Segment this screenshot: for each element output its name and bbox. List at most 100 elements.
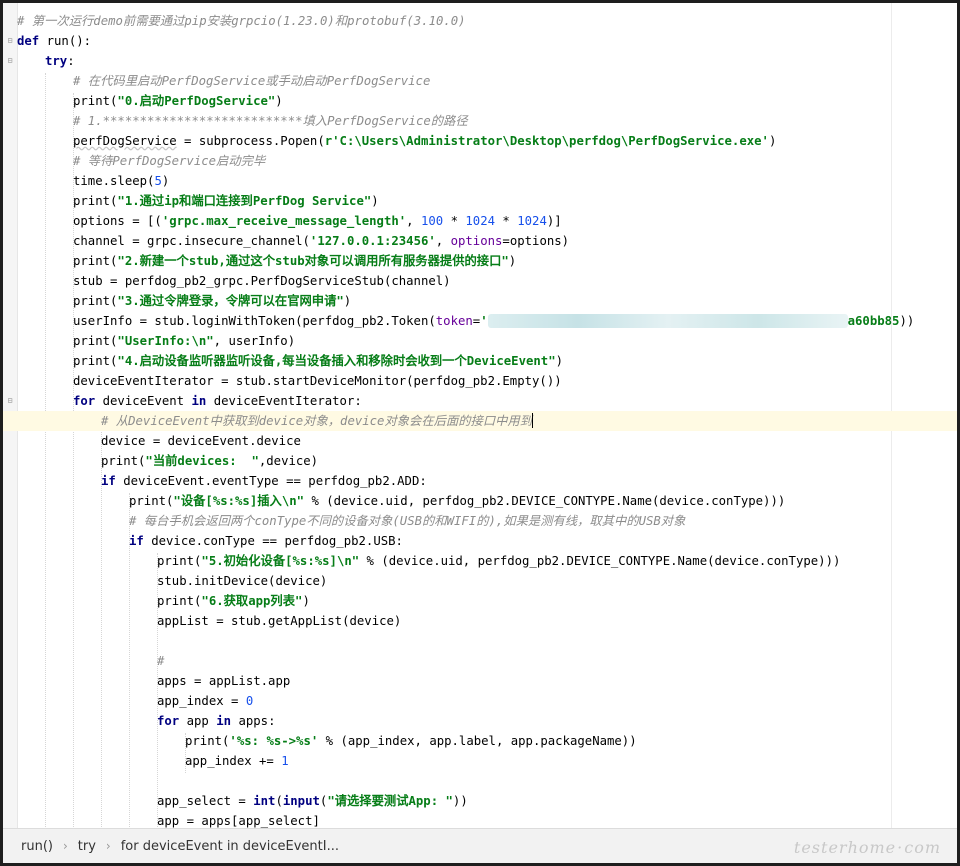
code-line[interactable]: userInfo = stub.loginWithToken(perfdog_p…	[3, 311, 957, 331]
code-line[interactable]: perfDogService = subprocess.Popen(r'C:\U…	[3, 131, 957, 151]
code-token: "1.通过ip和端口连接到PerfDog Service"	[117, 194, 372, 208]
code-line[interactable]: appList = stub.getAppList(device)	[3, 611, 957, 631]
code-line[interactable]: print("6.获取app列表")	[3, 591, 957, 611]
code-token: print(	[157, 594, 202, 608]
code-token: % (app_index, app.label, app.packageName…	[318, 734, 637, 748]
code-token: perfDogService	[73, 134, 177, 148]
code-token: "请选择要测试App: "	[327, 794, 453, 808]
code-line[interactable]: # 第一次运行demo前需要通过pip安装grpcio(1.23.0)和prot…	[3, 11, 957, 31]
breadcrumb: run() › try › for deviceEvent in deviceE…	[3, 828, 957, 863]
code-token: # 每台手机会返回两个conType不同的设备对象(USB的和WIFI的),如果…	[129, 514, 686, 528]
code-line[interactable]: stub.initDevice(device)	[3, 571, 957, 591]
code-token: for	[157, 714, 187, 728]
code-token: # 等待PerfDogService启动完毕	[73, 154, 266, 168]
code-token: "UserInfo:\n"	[117, 334, 214, 348]
code-line[interactable]: app_index = 0	[3, 691, 957, 711]
code-line[interactable]: # 在代码里启动PerfDogService或手动启动PerfDogServic…	[3, 71, 957, 91]
code-line[interactable]: print("当前devices: ",device)	[3, 451, 957, 471]
code-token: )	[161, 174, 170, 188]
code-line[interactable]: # 每台手机会返回两个conType不同的设备对象(USB的和WIFI的),如果…	[3, 511, 957, 531]
watermark: testerhome·com	[793, 838, 941, 857]
code-token: print(	[185, 734, 230, 748]
code-token: )	[302, 594, 310, 608]
code-token: :	[67, 54, 75, 68]
code-token: )]	[546, 214, 562, 228]
code-token: print(	[73, 194, 118, 208]
code-line[interactable]: print("UserInfo:\n", userInfo)	[3, 331, 957, 351]
code-token: stub = perfdog_pb2_grpc.PerfDogServiceSt…	[73, 274, 451, 288]
code-token: in	[216, 714, 239, 728]
code-line[interactable]: print("2.新建一个stub,通过这个stub对象可以调用所有服务器提供的…	[3, 251, 957, 271]
code-line[interactable]: try:	[3, 51, 957, 71]
code-token: # 1.***************************填入PerfDog…	[73, 114, 468, 128]
code-line[interactable]: # 从DeviceEvent中获取到device对象，device对象会在后面的…	[3, 411, 957, 431]
breadcrumb-item-try[interactable]: try	[78, 839, 96, 854]
code-token: 0	[245, 694, 254, 708]
code-token: print(	[73, 354, 118, 368]
code-token: '127.0.0.1:23456'	[309, 234, 436, 248]
code-token: userInfo = stub.loginWithToken(perfdog_p…	[73, 314, 436, 328]
code-token: ))	[452, 794, 468, 808]
code-line[interactable]: print("4.启动设备监听器监听设备,每当设备插入和移除时会收到一个Devi…	[3, 351, 957, 371]
code-line[interactable]: print("0.启动PerfDogService")	[3, 91, 957, 111]
code-token: app	[186, 714, 217, 728]
code-line[interactable]: options = [('grpc.max_receive_message_le…	[3, 211, 957, 231]
code-token: stub.initDevice(device)	[157, 574, 328, 588]
code-line[interactable]: print("1.通过ip和端口连接到PerfDog Service")	[3, 191, 957, 211]
code-token: deviceEvent	[102, 394, 192, 408]
code-line[interactable]: for deviceEvent in deviceEventIterator:	[3, 391, 957, 411]
code-token: % (device.uid, perfdog_pb2.DEVICE_CONTYP…	[359, 554, 841, 568]
code-token: in	[191, 394, 214, 408]
code-line[interactable]: app_select = int(input("请选择要测试App: "))	[3, 791, 957, 811]
breadcrumb-item-for-loop[interactable]: for deviceEvent in deviceEventI...	[121, 839, 339, 854]
code-line[interactable]: print("设备[%s:%s]插入\n" % (device.uid, per…	[3, 491, 957, 511]
code-token: options = [(	[73, 214, 162, 228]
code-line[interactable]: deviceEventIterator = stub.startDeviceMo…	[3, 371, 957, 391]
code-token: print(	[129, 494, 174, 508]
code-line[interactable]: app_index += 1	[3, 751, 957, 771]
code-token: "6.获取app列表"	[201, 594, 303, 608]
code-token: deviceEventIterator = stub.startDeviceMo…	[73, 374, 562, 388]
code-token: appList = stub.getAppList(device)	[157, 614, 402, 628]
code-token: )	[371, 194, 379, 208]
code-token: =options)	[502, 234, 570, 248]
code-token: int	[253, 794, 276, 808]
code-line[interactable]: channel = grpc.insecure_channel('127.0.0…	[3, 231, 957, 251]
text-caret	[532, 413, 534, 428]
code-token: 100	[420, 214, 444, 228]
code-token: print(	[73, 294, 118, 308]
code-token: *	[495, 214, 518, 228]
code-token: ,device)	[258, 454, 319, 468]
code-line[interactable]: #	[3, 651, 957, 671]
code-line[interactable]	[3, 631, 957, 651]
code-token: app_index =	[157, 694, 246, 708]
code-token: print(	[101, 454, 146, 468]
code-line[interactable]: print("5.初始化设备[%s:%s]\n" % (device.uid, …	[3, 551, 957, 571]
code-line[interactable]: for app in apps:	[3, 711, 957, 731]
code-line[interactable]: time.sleep(5)	[3, 171, 957, 191]
code-token: # 从DeviceEvent中获取到device对象，device对象会在后面的…	[101, 414, 533, 428]
code-token: device.conType == perfdog_pb2.USB:	[151, 534, 403, 548]
code-area[interactable]: # 第一次运行demo前需要通过pip安装grpcio(1.23.0)和prot…	[3, 11, 957, 831]
code-token: , userInfo)	[213, 334, 296, 348]
code-line[interactable]	[3, 771, 957, 791]
code-line[interactable]: # 等待PerfDogService启动完毕	[3, 151, 957, 171]
code-line[interactable]: print("3.通过令牌登录，令牌可以在官网申请")	[3, 291, 957, 311]
code-line[interactable]: apps = appList.app	[3, 671, 957, 691]
code-token: '%s: %s->%s'	[229, 734, 319, 748]
breadcrumb-item-run[interactable]: run()	[21, 839, 53, 854]
code-token: = subprocess.Popen(	[176, 134, 325, 148]
code-line[interactable]: stub = perfdog_pb2_grpc.PerfDogServiceSt…	[3, 271, 957, 291]
code-token: apps = appList.app	[157, 674, 291, 688]
code-token: device = deviceEvent.device	[101, 434, 301, 448]
code-line[interactable]: if deviceEvent.eventType == perfdog_pb2.…	[3, 471, 957, 491]
code-line[interactable]: device = deviceEvent.device	[3, 431, 957, 451]
code-line[interactable]: print('%s: %s->%s' % (app_index, app.lab…	[3, 731, 957, 751]
code-line[interactable]: # 1.***************************填入PerfDog…	[3, 111, 957, 131]
code-token: *	[443, 214, 466, 228]
code-token: input	[282, 794, 320, 808]
code-token: % (device.uid, perfdog_pb2.DEVICE_CONTYP…	[304, 494, 786, 508]
code-line[interactable]: def run():	[3, 31, 957, 51]
code-token: #	[157, 654, 165, 668]
code-line[interactable]: if device.conType == perfdog_pb2.USB:	[3, 531, 957, 551]
